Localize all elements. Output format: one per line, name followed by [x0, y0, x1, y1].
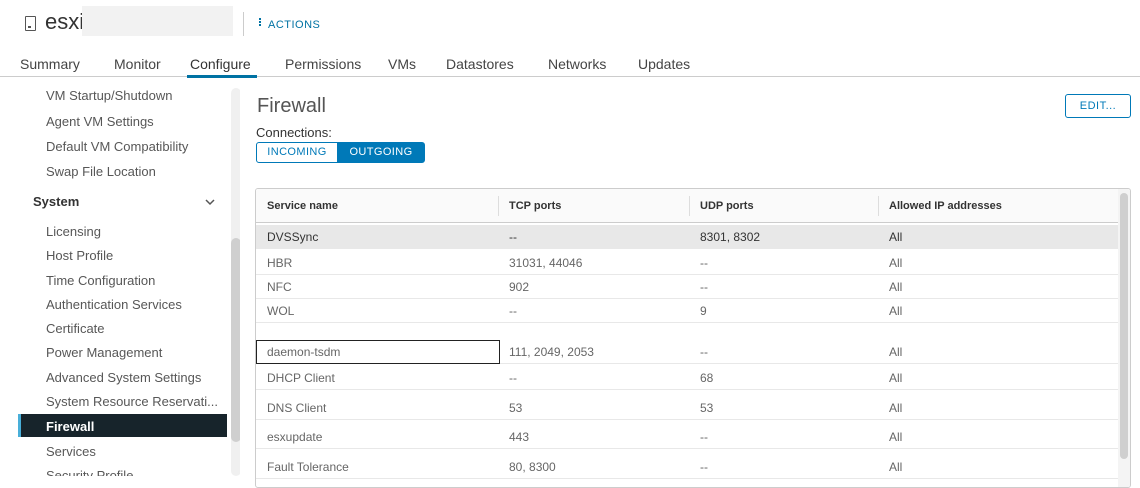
tab-permissions[interactable]: Permissions	[285, 56, 361, 72]
cell-focus-outline	[256, 340, 500, 364]
cell-udp-ports: 9	[700, 303, 707, 318]
cell-udp-ports: --	[700, 279, 708, 294]
sidebar-item-authentication-services[interactable]: Authentication Services	[46, 297, 182, 312]
cell-service-name: DHCP Client	[267, 370, 335, 385]
table-row[interactable]: daemon-tsdm 111, 2049, 2053 -- All	[256, 340, 1118, 364]
page-title: Firewall	[257, 95, 326, 117]
redacted-host-suffix	[82, 6, 233, 36]
sidebar-item-licensing[interactable]: Licensing	[46, 224, 101, 239]
cell-udp-ports: --	[700, 459, 708, 474]
column-header-allowed-ip[interactable]: Allowed IP addresses	[878, 189, 1002, 222]
table-row[interactable]: DVSSync -- 8301, 8302 All	[256, 225, 1118, 249]
outgoing-toggle-button[interactable]: OUTGOING	[337, 142, 425, 163]
sidebar-item-power-management[interactable]: Power Management	[46, 345, 162, 360]
cell-allowed-ip: All	[889, 459, 903, 474]
sidebar-item-services[interactable]: Services	[46, 444, 96, 459]
tab-configure[interactable]: Configure	[190, 56, 251, 72]
cell-allowed-ip: All	[889, 279, 903, 294]
table-row[interactable]: DHCP Client -- 68 All	[256, 366, 1118, 390]
tab-summary[interactable]: Summary	[20, 56, 80, 72]
actions-menu-button[interactable]: ACTIONS	[259, 18, 320, 31]
cell-allowed-ip: All	[889, 229, 903, 244]
sidebar-item-host-profile[interactable]: Host Profile	[46, 248, 113, 263]
tab-monitor[interactable]: Monitor	[114, 56, 161, 72]
sidebar-item-agent-vm-settings[interactable]: Agent VM Settings	[46, 114, 154, 129]
edit-button[interactable]: EDIT...	[1065, 94, 1131, 118]
cell-allowed-ip: All	[889, 400, 903, 415]
sidebar-item-certificate[interactable]: Certificate	[46, 321, 105, 336]
cell-allowed-ip: All	[889, 344, 903, 359]
object-tabs: Summary Monitor Configure Permissions VM…	[0, 49, 1140, 78]
cell-udp-ports: 68	[700, 370, 714, 385]
connections-label: Connections:	[256, 125, 332, 140]
table-header-row: Service name TCP ports UDP ports Allowed…	[256, 189, 1118, 223]
sidebar-item-advanced-system-settings[interactable]: Advanced System Settings	[46, 370, 201, 385]
cell-tcp-ports: 443	[509, 429, 530, 444]
table-scrollbar-thumb[interactable]	[1120, 193, 1128, 459]
cell-tcp-ports: 80, 8300	[509, 459, 556, 474]
cell-allowed-ip: All	[889, 255, 903, 270]
tab-vms[interactable]: VMs	[388, 56, 416, 72]
cell-allowed-ip: All	[889, 303, 903, 318]
chevron-down-icon[interactable]	[205, 197, 215, 207]
cell-service-name: WOL	[267, 303, 295, 318]
tab-datastores[interactable]: Datastores	[446, 56, 514, 72]
cell-service-name: Fault Tolerance	[267, 459, 349, 474]
header-divider	[243, 12, 244, 36]
tab-networks[interactable]: Networks	[548, 56, 606, 72]
cell-udp-ports: --	[700, 344, 708, 359]
cell-allowed-ip: All	[889, 429, 903, 444]
configure-sidebar: VM Startup/Shutdown Agent VM Settings De…	[0, 78, 240, 476]
active-item-indicator	[18, 414, 21, 437]
cell-service-name: esxupdate	[267, 429, 323, 444]
cell-tcp-ports: 111, 2049, 2053	[509, 344, 594, 359]
cell-udp-ports: 53	[700, 400, 714, 415]
host-icon	[25, 16, 36, 31]
column-header-service-name[interactable]: Service name	[256, 189, 338, 222]
sidebar-item-security-profile[interactable]: Security Profile	[46, 468, 133, 476]
table-row[interactable]: Fault Tolerance 80, 8300 -- All	[256, 455, 1118, 479]
cell-service-name: NFC	[267, 279, 292, 294]
table-row[interactable]: esxupdate 443 -- All	[256, 425, 1118, 449]
cell-tcp-ports: 902	[509, 279, 530, 294]
tab-updates[interactable]: Updates	[638, 56, 690, 72]
table-row[interactable]: NFC 902 -- All	[256, 275, 1118, 299]
object-header: esxi ACTIONS	[0, 0, 1140, 46]
sidebar-item-swap-file-location[interactable]: Swap File Location	[46, 164, 156, 179]
cell-udp-ports: --	[700, 429, 708, 444]
cell-service-name: DVSSync	[267, 229, 319, 244]
column-header-udp-ports[interactable]: UDP ports	[689, 189, 754, 222]
cell-tcp-ports: 31031, 44046	[509, 255, 583, 270]
cell-service-name: DNS Client	[267, 400, 327, 415]
cell-tcp-ports: --	[509, 229, 517, 244]
cell-service-name: HBR	[267, 255, 293, 270]
host-name: esxi	[45, 9, 85, 34]
sidebar-scrollbar-thumb[interactable]	[231, 238, 240, 442]
cell-allowed-ip: All	[889, 370, 903, 385]
sidebar-item-firewall-label: Firewall	[46, 419, 95, 434]
vertical-dots-icon	[259, 17, 262, 27]
table-row[interactable]: HBR 31031, 44046 -- All	[256, 251, 1118, 275]
incoming-toggle-button[interactable]: INCOMING	[256, 142, 338, 163]
cell-tcp-ports: --	[509, 303, 517, 318]
firewall-rules-table: Service name TCP ports UDP ports Allowed…	[255, 188, 1131, 488]
table-row[interactable]: WOL -- 9 All	[256, 299, 1118, 323]
cell-udp-ports: --	[700, 255, 708, 270]
cell-tcp-ports: --	[509, 370, 517, 385]
sidebar-item-vm-startup-shutdown[interactable]: VM Startup/Shutdown	[46, 88, 172, 103]
sidebar-section-system[interactable]: System	[33, 194, 79, 209]
sidebar-item-system-resource-reservation[interactable]: System Resource Reservati...	[46, 394, 218, 409]
sidebar-item-default-vm-compatibility[interactable]: Default VM Compatibility	[46, 139, 188, 154]
column-header-tcp-ports[interactable]: TCP ports	[498, 189, 561, 222]
cell-tcp-ports: 53	[509, 400, 523, 415]
sidebar-item-time-configuration[interactable]: Time Configuration	[46, 273, 155, 288]
cell-udp-ports: 8301, 8302	[700, 229, 761, 244]
actions-label: ACTIONS	[268, 19, 321, 31]
table-row[interactable]: DNS Client 53 53 All	[256, 396, 1118, 420]
